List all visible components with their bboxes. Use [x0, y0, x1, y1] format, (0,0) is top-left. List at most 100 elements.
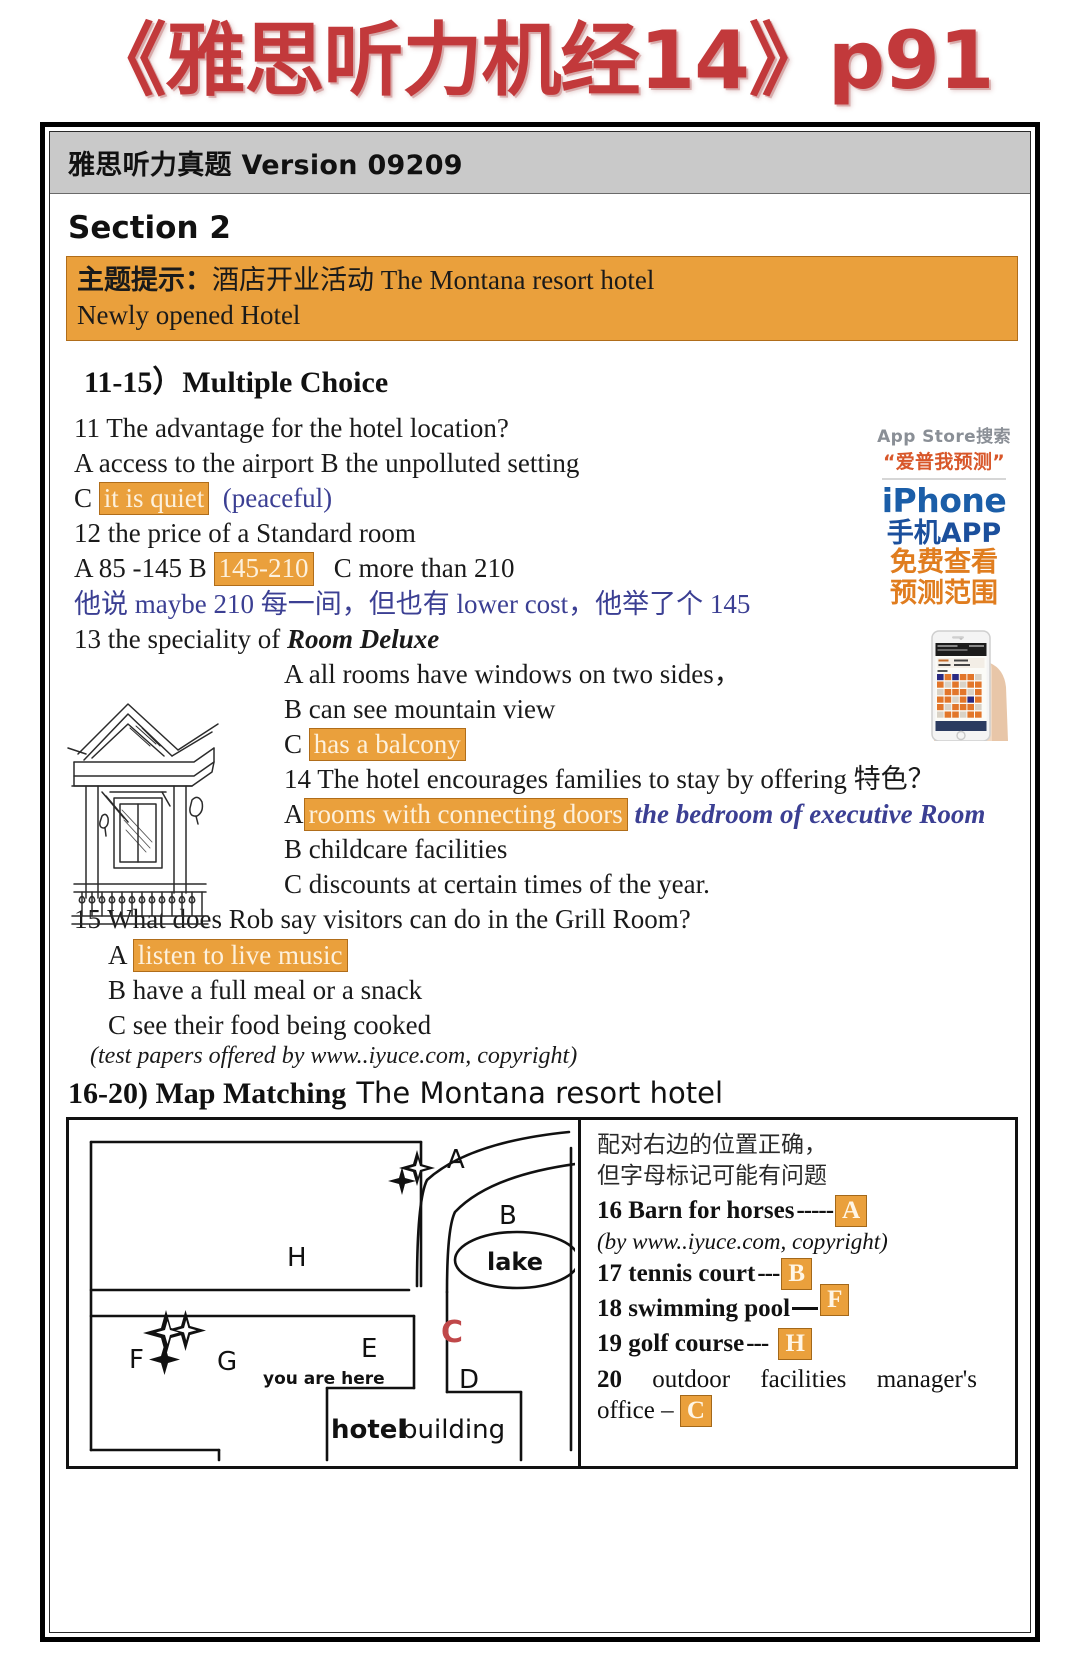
- question-12-option-c: C more than 210: [333, 553, 515, 584]
- question-11-c-answer-highlight: it is quiet: [98, 482, 210, 516]
- map-matching-item-20-answer[interactable]: C: [679, 1395, 712, 1428]
- map-label-h: H: [287, 1243, 307, 1273]
- question-12-option-a: A 85 -145 B: [74, 553, 207, 584]
- map-matching-item-16-dashes: -----: [796, 1197, 834, 1225]
- question-15-option-b: B have a full meal or a snack: [108, 974, 423, 1005]
- advert-divider: [882, 478, 1006, 480]
- map-matching-item-17-label: 17 tennis court: [597, 1260, 756, 1288]
- map-matching-item-18-answer[interactable]: F: [820, 1283, 850, 1316]
- question-15-a-letter: A: [108, 939, 127, 970]
- topic-prompt-line-1: 主题提示：酒店开业活动 The Montana resort hotel: [77, 263, 1007, 298]
- map-matching-item-19-answer[interactable]: H: [778, 1327, 812, 1360]
- map-label-you-are-here: you are here: [263, 1369, 385, 1389]
- map-matching-answer-list: 配对右边的位置正确， 但字母标记可能有问题 16 Barn for horses…: [581, 1120, 1015, 1466]
- map-matching-item-20-line-2: office – C: [597, 1395, 1007, 1428]
- topic-prompt-line-2: Newly opened Hotel: [77, 299, 301, 330]
- map-matching-item-17-answer[interactable]: B: [781, 1257, 812, 1290]
- question-14-a-answer-highlight: rooms with connecting doors: [303, 798, 628, 832]
- balcony-sketch-illustration: [66, 688, 246, 926]
- question-13-c-answer-highlight: has a balcony: [308, 727, 466, 761]
- map-matching-item-18-connector: [792, 1307, 819, 1311]
- question-13-c-letter: C: [284, 728, 303, 759]
- map-label-e: E: [361, 1334, 377, 1364]
- map-matching-item-20-number: 20: [597, 1365, 622, 1393]
- advert-app-label: 手机APP: [886, 517, 1002, 549]
- advert-free-line-1: 免费查看: [890, 547, 998, 579]
- question-13-stem-italic: Room Deluxe: [286, 623, 440, 654]
- advert-iphone-label: iPhone: [881, 481, 1007, 520]
- question-11-options-ab: A access to the airport B the unpolluted…: [74, 448, 580, 479]
- question-11: 11 The advantage for the hotel location?…: [74, 411, 1014, 516]
- question-13-stem-prefix: 13 the speciality of: [74, 623, 287, 654]
- question-12-options: A 85 -145 B 145-210 C more than 210: [74, 551, 1014, 586]
- map-matching-item-16-label: 16 Barn for horses: [597, 1197, 795, 1225]
- question-14-a-note: the bedroom of executive Room: [634, 799, 986, 830]
- map-matching-item-16: 16 Barn for horses ----- A: [597, 1194, 1007, 1227]
- topic-prompt-box: 主题提示：酒店开业活动 The Montana resort hotel New…: [66, 256, 1018, 342]
- worksheet-inner: 雅思听力真题 Version 09209 Section 2 主题提示：酒店开业…: [49, 131, 1031, 1633]
- map-label-c: C: [441, 1315, 463, 1350]
- question-15-a-answer-highlight: listen to live music: [132, 938, 348, 972]
- multiple-choice-heading: 11-15）Multiple Choice: [84, 366, 389, 400]
- question-11-stem: 11 The advantage for the hotel location?: [74, 413, 509, 444]
- map-matching-item-20-office: office –: [597, 1397, 674, 1425]
- map-label-g: G: [217, 1347, 237, 1377]
- advert-appname-line: “爱普我预测”: [882, 451, 1006, 473]
- multiple-choice-copyright: (test papers offered by www..iyuce.com, …: [90, 1042, 578, 1069]
- topic-prompt-text: 酒店开业活动 The Montana resort hotel: [212, 265, 655, 295]
- map-matching-note-line-1: 配对右边的位置正确，: [597, 1131, 827, 1158]
- advert-phone-photo: [874, 613, 1014, 741]
- question-11-option-c: C it is quiet (peaceful): [74, 481, 1014, 516]
- map-label-a: A: [447, 1145, 465, 1175]
- map-label-lake: lake: [487, 1248, 543, 1276]
- question-11-c-note: (peaceful): [222, 483, 333, 514]
- question-15-option-a: A listen to live music: [108, 938, 1014, 973]
- map-matching-item-18: 18 swimming pool F: [597, 1283, 1007, 1325]
- map-label-f: F: [129, 1345, 144, 1375]
- map-matching-item-17: 17 tennis court --- B: [597, 1257, 1007, 1290]
- page-banner: 《雅思听力机经14》p91: [0, 0, 1080, 118]
- version-label: 雅思听力真题 Version 09209: [68, 150, 463, 181]
- question-12: 12 the price of a Standard room A 85 -14…: [74, 516, 1014, 621]
- question-12-chinese-note: 他说 maybe 210 每一间，但也有 lower cost，他举了个 145: [74, 588, 751, 619]
- map-matching-item-20-word-3: manager's: [876, 1365, 977, 1393]
- map-matching-heading-number: 16-20) Map Matching: [68, 1076, 347, 1110]
- map-label-b: B: [499, 1201, 517, 1231]
- topic-prompt-label: 主题提示：: [77, 265, 212, 295]
- map-matching-frame: A B D E F G H C lake you are here hotel …: [66, 1116, 1018, 1469]
- map-matching-item-20-line-1: 20 outdoor facilities manager's: [597, 1364, 977, 1395]
- question-15-option-c: C see their food being cooked: [108, 1009, 432, 1040]
- question-13-stem: 13 the speciality of Room Deluxe: [74, 622, 1014, 657]
- map-matching-item-20: 20 outdoor facilities manager's office –…: [597, 1364, 1007, 1428]
- worksheet-frame: 雅思听力真题 Version 09209 Section 2 主题提示：酒店开业…: [40, 122, 1040, 1642]
- map-matching-item-19-label: 19 golf course: [597, 1330, 745, 1358]
- map-label-d: D: [459, 1365, 479, 1395]
- map-matching-note-line-2: 但字母标记可能有问题: [597, 1162, 827, 1189]
- map-matching-heading: 16-20) Map Matching The Montana resort h…: [68, 1076, 1014, 1111]
- map-matching-item-16-answer[interactable]: A: [835, 1194, 868, 1227]
- map-matching-heading-title: The Montana resort hotel: [356, 1075, 724, 1110]
- map-matching-copyright: (by www..iyuce.com, copyright): [597, 1228, 888, 1254]
- app-advert[interactable]: App Store搜索 “爱普我预测” iPhone 手机APP 免费查看 预测…: [874, 420, 1014, 790]
- page-title: 《雅思听力机经14》p91: [86, 14, 995, 107]
- map-matching-item-18-label: 18 swimming pool: [597, 1295, 791, 1323]
- resort-map: A B D E F G H C lake you are here hotel …: [69, 1119, 581, 1466]
- map-matching-item-19: 19 golf course --- H: [597, 1327, 1007, 1360]
- map-matching-item-19-dashes: ---: [746, 1330, 769, 1358]
- map-label-hotel-building: building: [401, 1415, 505, 1445]
- advert-appstore-line: App Store搜索: [877, 427, 1011, 447]
- map-matching-item-20-word-1: outdoor: [652, 1365, 731, 1393]
- version-bar: 雅思听力真题 Version 09209: [50, 132, 1030, 194]
- question-11-c-letter: C: [74, 483, 93, 514]
- question-14-option-b: B childcare facilities: [284, 834, 508, 865]
- question-14-option-a: Arooms with connecting doors the bedroom…: [284, 797, 1014, 832]
- question-14-a-letter: A: [284, 799, 304, 830]
- map-matching-item-17-dashes: ---: [757, 1260, 780, 1288]
- map-matching-item-20-word-2: facilities: [760, 1365, 847, 1393]
- question-12-stem: 12 the price of a Standard room: [74, 518, 416, 549]
- map-label-hotel: hotel: [331, 1415, 406, 1445]
- question-12-b-answer-highlight: 145-210: [213, 552, 314, 586]
- section-title: Section 2: [68, 210, 231, 246]
- advert-free-line-2: 预测范围: [890, 577, 998, 609]
- question-14-option-c: C discounts at certain times of the year…: [284, 869, 710, 900]
